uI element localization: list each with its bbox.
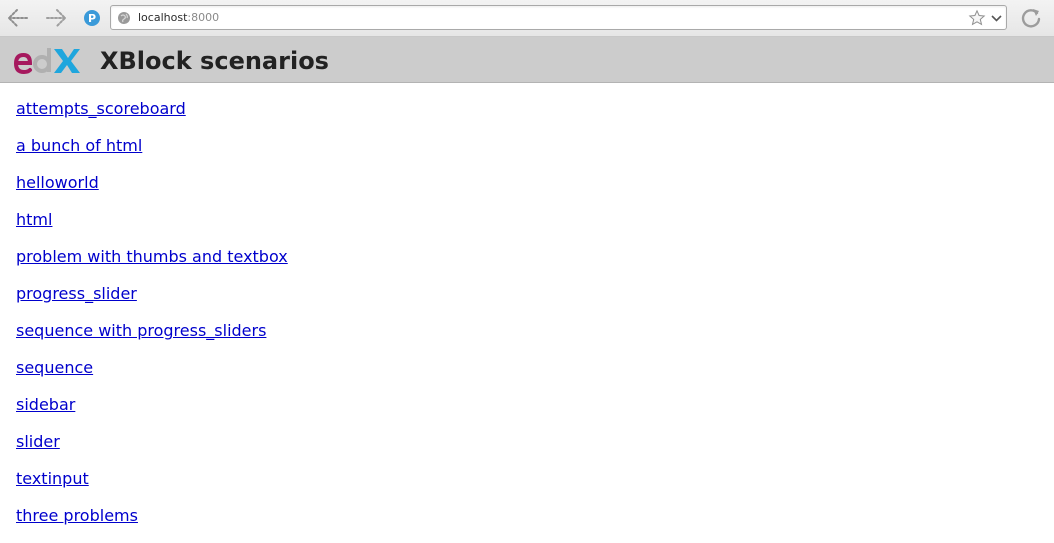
page-title: XBlock scenarios [100,47,329,75]
list-item: html [16,208,288,245]
list-item: three problems [16,504,288,541]
page-header: XBlock scenarios [0,37,1054,83]
scenario-link-progress-slider[interactable]: progress_slider [16,284,137,303]
url-host: localhost [138,11,188,24]
scenario-link-sidebar[interactable]: sidebar [16,395,75,414]
list-item: slider [16,430,288,467]
scenario-link-sequence[interactable]: sequence [16,358,93,377]
scenario-link-html[interactable]: html [16,210,52,229]
chevron-down-icon[interactable] [991,13,1002,23]
scenario-list: attempts_scoreboard a bunch of html hell… [16,97,288,541]
address-bar[interactable]: localhost:8000 [110,5,1007,30]
scenario-link-textinput[interactable]: textinput [16,469,89,488]
list-item: sequence with progress_sliders [16,319,288,356]
scenario-link-attempts-scoreboard[interactable]: attempts_scoreboard [16,99,186,118]
scenario-link-sequence-with-progress-sliders[interactable]: sequence with progress_sliders [16,321,266,340]
back-button[interactable] [6,7,30,29]
list-item: helloworld [16,171,288,208]
forward-arrow-icon [46,9,66,27]
star-icon[interactable] [968,9,986,27]
extension-button[interactable]: P [80,7,104,29]
scenario-link-problem-with-thumbs-and-textbox[interactable]: problem with thumbs and textbox [16,247,288,266]
list-item: textinput [16,467,288,504]
edx-logo [14,48,80,75]
list-item: attempts_scoreboard [16,97,288,134]
list-item: problem with thumbs and textbox [16,245,288,282]
list-item: sidebar [16,393,288,430]
scenario-link-three-problems[interactable]: three problems [16,506,138,525]
forward-button[interactable] [44,7,68,29]
url-port: :8000 [187,11,220,24]
back-arrow-icon [8,9,28,27]
list-item: sequence [16,356,288,393]
scenario-link-helloworld[interactable]: helloworld [16,173,99,192]
browser-toolbar: P localhost:8000 [0,0,1054,37]
url-text[interactable]: localhost:8000 [138,11,219,25]
list-item: progress_slider [16,282,288,319]
reload-icon[interactable] [1018,6,1044,32]
extension-p-icon: P [84,10,100,26]
list-item: a bunch of html [16,134,288,171]
scenario-link-a-bunch-of-html[interactable]: a bunch of html [16,136,142,155]
globe-icon [118,12,130,24]
scenario-link-slider[interactable]: slider [16,432,60,451]
svg-text:P: P [88,12,96,25]
